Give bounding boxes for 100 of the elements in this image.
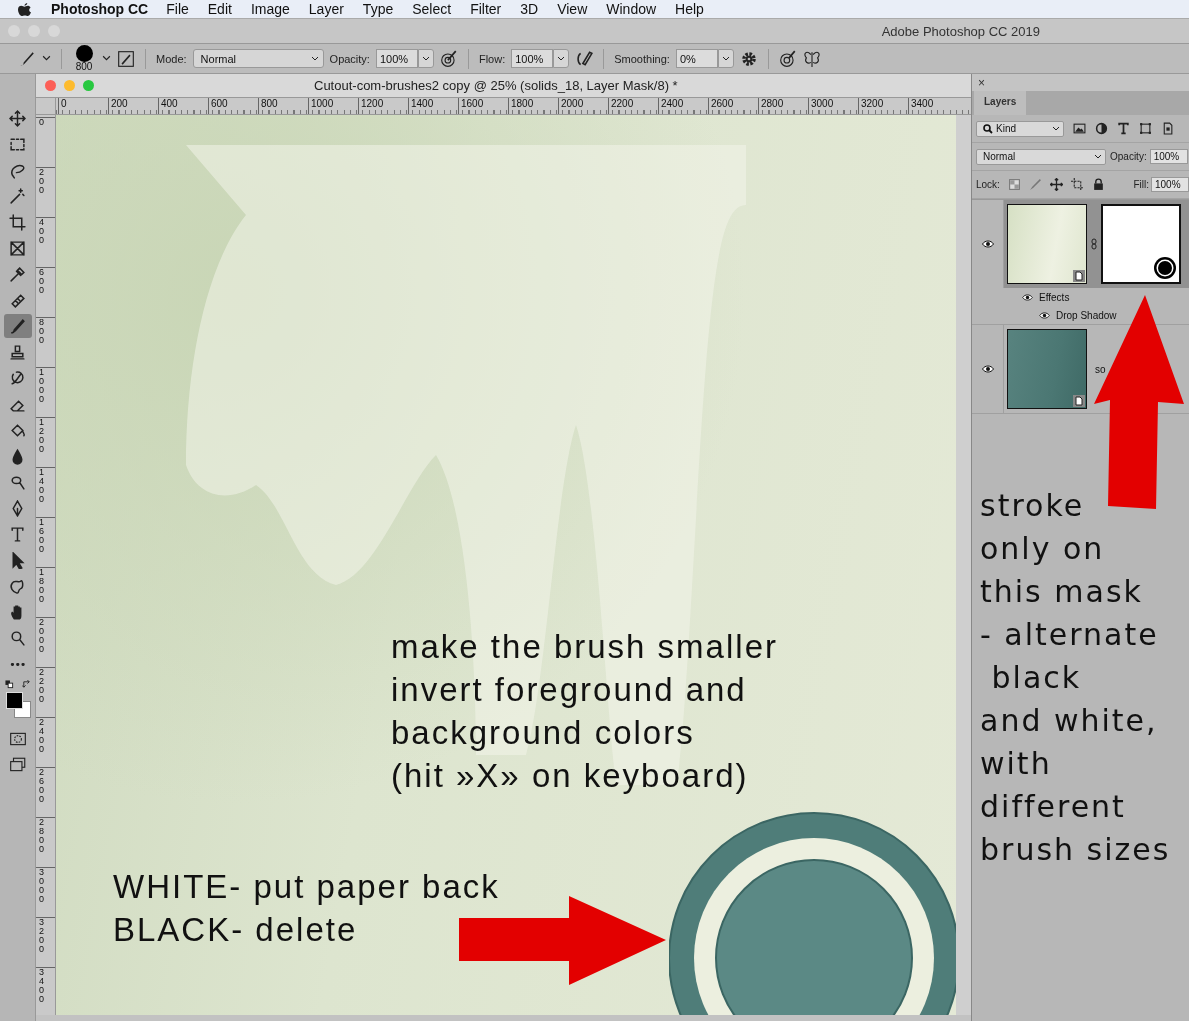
ruler-label: 2600 — [708, 98, 758, 114]
menu-item[interactable]: Layer — [308, 1, 344, 17]
swap-colors-icon[interactable] — [21, 680, 31, 689]
search-icon[interactable] — [983, 123, 993, 134]
ruler-label: 200 — [39, 168, 45, 195]
menu-item[interactable]: Image — [250, 1, 290, 17]
filter-dropdown[interactable]: Kind — [976, 120, 1064, 137]
paper-canvas[interactable]: make the brush smaller invert foreground and background colors (hit »X» on keyboard) WHITE- put paper back BLACK- delete — [56, 115, 956, 1015]
menu-item[interactable]: Type — [362, 1, 394, 17]
lock-icon[interactable] — [1091, 178, 1105, 191]
visibility-eye-icon[interactable] — [981, 240, 994, 248]
app-menu[interactable]: Photoshop CC — [51, 1, 149, 17]
image-filter-icon[interactable] — [1073, 122, 1086, 135]
ruler-label: 3000 — [39, 868, 45, 904]
opacity-field[interactable]: 100% — [375, 49, 418, 68]
move-icon[interactable] — [1049, 178, 1063, 191]
arrow-icon — [459, 896, 667, 986]
layer-mask-thumbnail[interactable] — [1101, 204, 1181, 284]
smart-object-filter-icon[interactable] — [1161, 122, 1174, 135]
menu-item[interactable]: View — [557, 1, 588, 17]
visibility-eye-icon[interactable] — [1022, 293, 1033, 301]
menu-item[interactable]: File — [166, 1, 189, 17]
caret-icon[interactable] — [102, 54, 111, 63]
pressure-size-icon[interactable] — [778, 49, 797, 68]
menu-item[interactable]: Window — [606, 1, 657, 17]
blend-mode-dropdown[interactable]: Normal — [976, 148, 1106, 165]
ruler-label: 800 — [258, 98, 308, 114]
app-title: Adobe Photoshop CC 2019 — [881, 23, 1040, 39]
default-colors-icon[interactable] — [4, 680, 14, 689]
smart-object-badge-icon — [1073, 395, 1085, 407]
quick-mask-icon[interactable] — [8, 730, 27, 748]
effects-label[interactable]: Effects — [1039, 291, 1070, 303]
visibility-eye-icon[interactable] — [981, 365, 994, 373]
menu-item[interactable]: Help — [675, 1, 704, 17]
layer-name[interactable]: so — [1095, 363, 1106, 375]
menu-item[interactable]: Select — [412, 1, 452, 17]
ruler-label: 2200 — [39, 668, 45, 704]
ruler-label: 2000 — [558, 98, 608, 114]
layer-thumbnail[interactable] — [1007, 329, 1087, 409]
close-button[interactable]: × — [978, 75, 985, 90]
mode-dropdown[interactable]: Normal — [192, 49, 324, 68]
ruler-label: 0 — [39, 118, 45, 127]
ruler-label: 1000 — [308, 98, 358, 114]
brush-preview-icon[interactable] — [75, 45, 93, 62]
ruler-label: 0 — [58, 98, 108, 114]
airbrush-icon[interactable] — [575, 49, 594, 68]
menu-item[interactable]: Edit — [207, 1, 232, 17]
ruler-label: 1600 — [458, 98, 508, 114]
caret-icon[interactable] — [421, 54, 430, 63]
menu-item[interactable]: 3D — [520, 1, 539, 17]
scroll-track[interactable] — [956, 115, 971, 1015]
chain-link-icon[interactable] — [1091, 238, 1097, 250]
opacity-field[interactable]: 100% — [1149, 149, 1188, 164]
caret-icon[interactable] — [721, 54, 730, 63]
smart-object-badge-icon — [1073, 270, 1085, 282]
opacity-label: Opacity: — [1110, 151, 1147, 162]
caret-icon[interactable] — [1094, 152, 1102, 161]
color-swatches-icon[interactable] — [3, 692, 32, 720]
ruler-label: 1200 — [39, 418, 45, 454]
ruler-label: 400 — [39, 218, 45, 245]
layer-row[interactable] — [972, 200, 1189, 288]
screen-mode-icon[interactable] — [8, 756, 27, 774]
lock-pixels-icon[interactable] — [1007, 178, 1021, 191]
fill-label: Fill: — [1133, 179, 1149, 190]
ruler-label: 3200 — [39, 918, 45, 954]
shape-filter-icon[interactable] — [1139, 122, 1152, 135]
artboard-icon[interactable] — [1070, 178, 1084, 191]
ruler-label: 1000 — [39, 368, 45, 404]
adjustment-filter-icon[interactable] — [1095, 122, 1108, 135]
layers-tab[interactable]: Layers — [974, 91, 1027, 115]
layer-thumbnail[interactable] — [1007, 204, 1087, 284]
menu-item[interactable]: Filter — [470, 1, 502, 17]
effect-label[interactable]: Drop Shadow — [1056, 309, 1117, 321]
type-filter-icon[interactable] — [1117, 122, 1130, 135]
flow-label: Flow: — [478, 52, 506, 65]
apple-logo-icon[interactable] — [18, 1, 31, 17]
ruler-label: 2200 — [608, 98, 658, 114]
annotation-text: stroke only on this mask - alternate black and white, with different brush sizes — [980, 487, 1172, 869]
brush-tool-icon[interactable] — [3, 314, 32, 338]
butterfly-icon[interactable] — [802, 49, 821, 68]
ruler-label: 1400 — [408, 98, 458, 114]
ruler-label: 600 — [39, 268, 45, 295]
document-title: Cutout-com-brushes2 copy @ 25% (solids_18, Layer Mask/8) * — [314, 78, 678, 93]
ruler-label: 800 — [39, 318, 45, 345]
smoothing-field[interactable]: 0% — [675, 49, 718, 68]
flow-field[interactable]: 100% — [511, 49, 554, 68]
lock-label: Lock: — [976, 179, 1000, 190]
brush-panel-icon[interactable] — [117, 49, 135, 68]
mask-circle-drawing — [1153, 256, 1177, 280]
caret-icon[interactable] — [310, 54, 319, 63]
fill-field[interactable]: 100% — [1151, 177, 1189, 192]
visibility-eye-icon[interactable] — [1039, 311, 1050, 319]
caret-icon[interactable] — [1052, 124, 1060, 133]
pressure-pen-icon[interactable] — [439, 49, 458, 68]
layer-row[interactable]: so — [972, 325, 1189, 413]
caret-icon[interactable] — [42, 54, 51, 63]
ruler-label: 3000 — [808, 98, 858, 114]
smoothing-label: Smoothing: — [614, 52, 670, 65]
settings-icon[interactable] — [739, 49, 758, 68]
caret-icon[interactable] — [557, 54, 566, 63]
